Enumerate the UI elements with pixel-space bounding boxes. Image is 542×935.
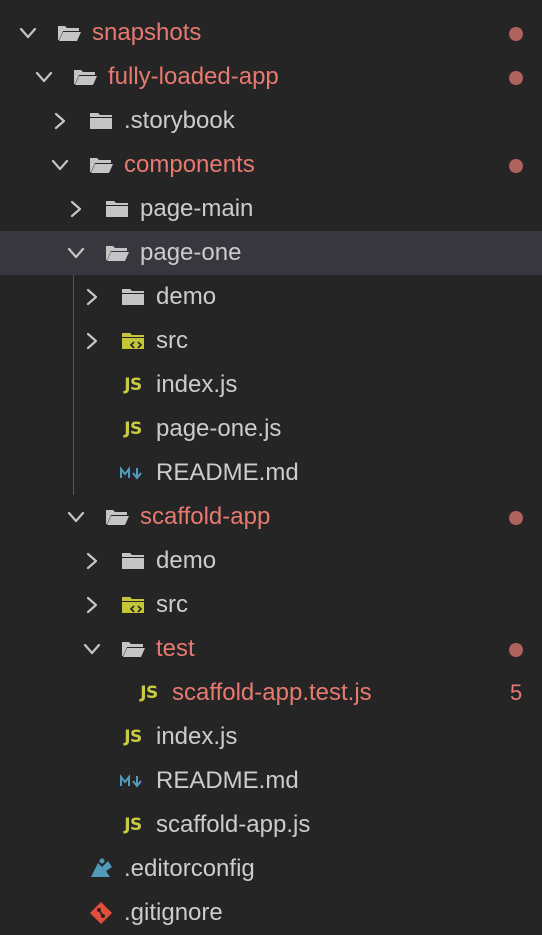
chevron-right-icon[interactable] xyxy=(82,595,102,615)
chevron-right-icon[interactable] xyxy=(82,551,102,571)
modified-dot xyxy=(509,511,523,525)
tree-item-label: snapshots xyxy=(92,19,202,46)
chevron-down-icon[interactable] xyxy=(18,23,38,43)
git-icon xyxy=(88,902,114,924)
tree-item-label: fully-loaded-app xyxy=(108,63,279,90)
javascript-file-icon: JS xyxy=(140,683,158,703)
javascript-file-icon: JS xyxy=(124,815,142,835)
tree-item-label: src xyxy=(156,327,188,354)
tree-item-label: components xyxy=(124,151,255,178)
tree-item[interactable]: src xyxy=(0,583,542,627)
tree-item[interactable]: page-main xyxy=(0,187,542,231)
tree-item[interactable]: README.md xyxy=(0,451,542,495)
tree-item[interactable]: .storybook xyxy=(0,99,542,143)
tree-item[interactable]: JS index.js xyxy=(0,715,542,759)
file-explorer-tree: snapshots fully-loaded-app .storybook compo… xyxy=(0,0,542,928)
modified-dot xyxy=(509,643,523,657)
source-folder-icon xyxy=(120,594,146,616)
tree-item-label: index.js xyxy=(156,723,238,750)
tree-item[interactable]: fully-loaded-app xyxy=(0,55,542,99)
tree-item[interactable]: JS scaffold-app.test.js 5 xyxy=(0,671,542,715)
tree-item[interactable]: snapshots xyxy=(0,11,542,55)
tree-item[interactable]: README.md xyxy=(0,759,542,803)
javascript-file-icon: JS xyxy=(124,375,142,395)
chevron-right-icon[interactable] xyxy=(82,287,102,307)
tree-item-label: scaffold-app.test.js xyxy=(172,679,372,706)
folder-icon xyxy=(120,550,146,572)
tree-item-label: demo xyxy=(156,283,217,310)
folder-open-icon xyxy=(88,154,114,176)
javascript-file-icon: JS xyxy=(124,727,142,747)
tree-item-label: .gitignore xyxy=(124,899,223,926)
source-folder-icon xyxy=(120,330,146,352)
folder-open-icon xyxy=(56,22,82,44)
tree-item-label: README.md xyxy=(156,767,299,794)
folder-open-icon xyxy=(104,242,130,264)
folder-icon xyxy=(120,286,146,308)
markdown-file-icon xyxy=(120,770,146,792)
tree-item[interactable]: components xyxy=(0,143,542,187)
chevron-down-icon[interactable] xyxy=(82,639,102,659)
tree-item-label: index.js xyxy=(156,371,238,398)
modified-dot xyxy=(509,159,523,173)
tree-item[interactable]: scaffold-app xyxy=(0,495,542,539)
problem-count-badge: 5 xyxy=(510,680,523,705)
chevron-right-icon[interactable] xyxy=(82,331,102,351)
tree-item-label: .storybook xyxy=(124,107,235,134)
tree-item-label: scaffold-app.js xyxy=(156,811,311,838)
tree-item[interactable]: JS page-one.js xyxy=(0,407,542,451)
tree-item-label: scaffold-app xyxy=(140,503,271,530)
tree-item-label: .editorconfig xyxy=(124,855,255,882)
tree-item[interactable]: test xyxy=(0,627,542,671)
folder-open-icon xyxy=(104,506,130,528)
modified-dot xyxy=(509,71,523,85)
tree-item[interactable]: demo xyxy=(0,275,542,319)
folder-icon xyxy=(104,198,130,220)
tree-item-label: page-main xyxy=(140,195,254,222)
chevron-right-icon[interactable] xyxy=(66,199,86,219)
tree-item[interactable]: src xyxy=(0,319,542,363)
tree-item[interactable]: JS scaffold-app.js xyxy=(0,803,542,847)
folder-open-icon xyxy=(120,638,146,660)
tree-item[interactable]: page-one xyxy=(0,231,542,275)
chevron-down-icon[interactable] xyxy=(50,155,70,175)
tree-item-label: page-one xyxy=(140,239,242,266)
modified-dot xyxy=(509,27,523,41)
indent-guide xyxy=(73,275,74,495)
tree-item[interactable]: demo xyxy=(0,539,542,583)
chevron-down-icon[interactable] xyxy=(66,507,86,527)
editorconfig-icon xyxy=(88,858,114,880)
tree-item[interactable]: JS index.js xyxy=(0,363,542,407)
markdown-file-icon xyxy=(120,462,146,484)
folder-open-icon xyxy=(72,66,98,88)
folder-icon xyxy=(88,110,114,132)
tree-item-label: src xyxy=(156,591,188,618)
chevron-down-icon[interactable] xyxy=(66,243,86,263)
tree-item-label: test xyxy=(156,635,195,662)
tree-item-label: page-one.js xyxy=(156,415,282,442)
chevron-down-icon[interactable] xyxy=(34,67,54,87)
tree-item-label: README.md xyxy=(156,459,299,486)
javascript-file-icon: JS xyxy=(124,419,142,439)
tree-item[interactable]: .gitignore xyxy=(0,891,542,935)
chevron-right-icon[interactable] xyxy=(50,111,70,131)
tree-item[interactable]: .editorconfig xyxy=(0,847,542,891)
tree-item-label: demo xyxy=(156,547,217,574)
